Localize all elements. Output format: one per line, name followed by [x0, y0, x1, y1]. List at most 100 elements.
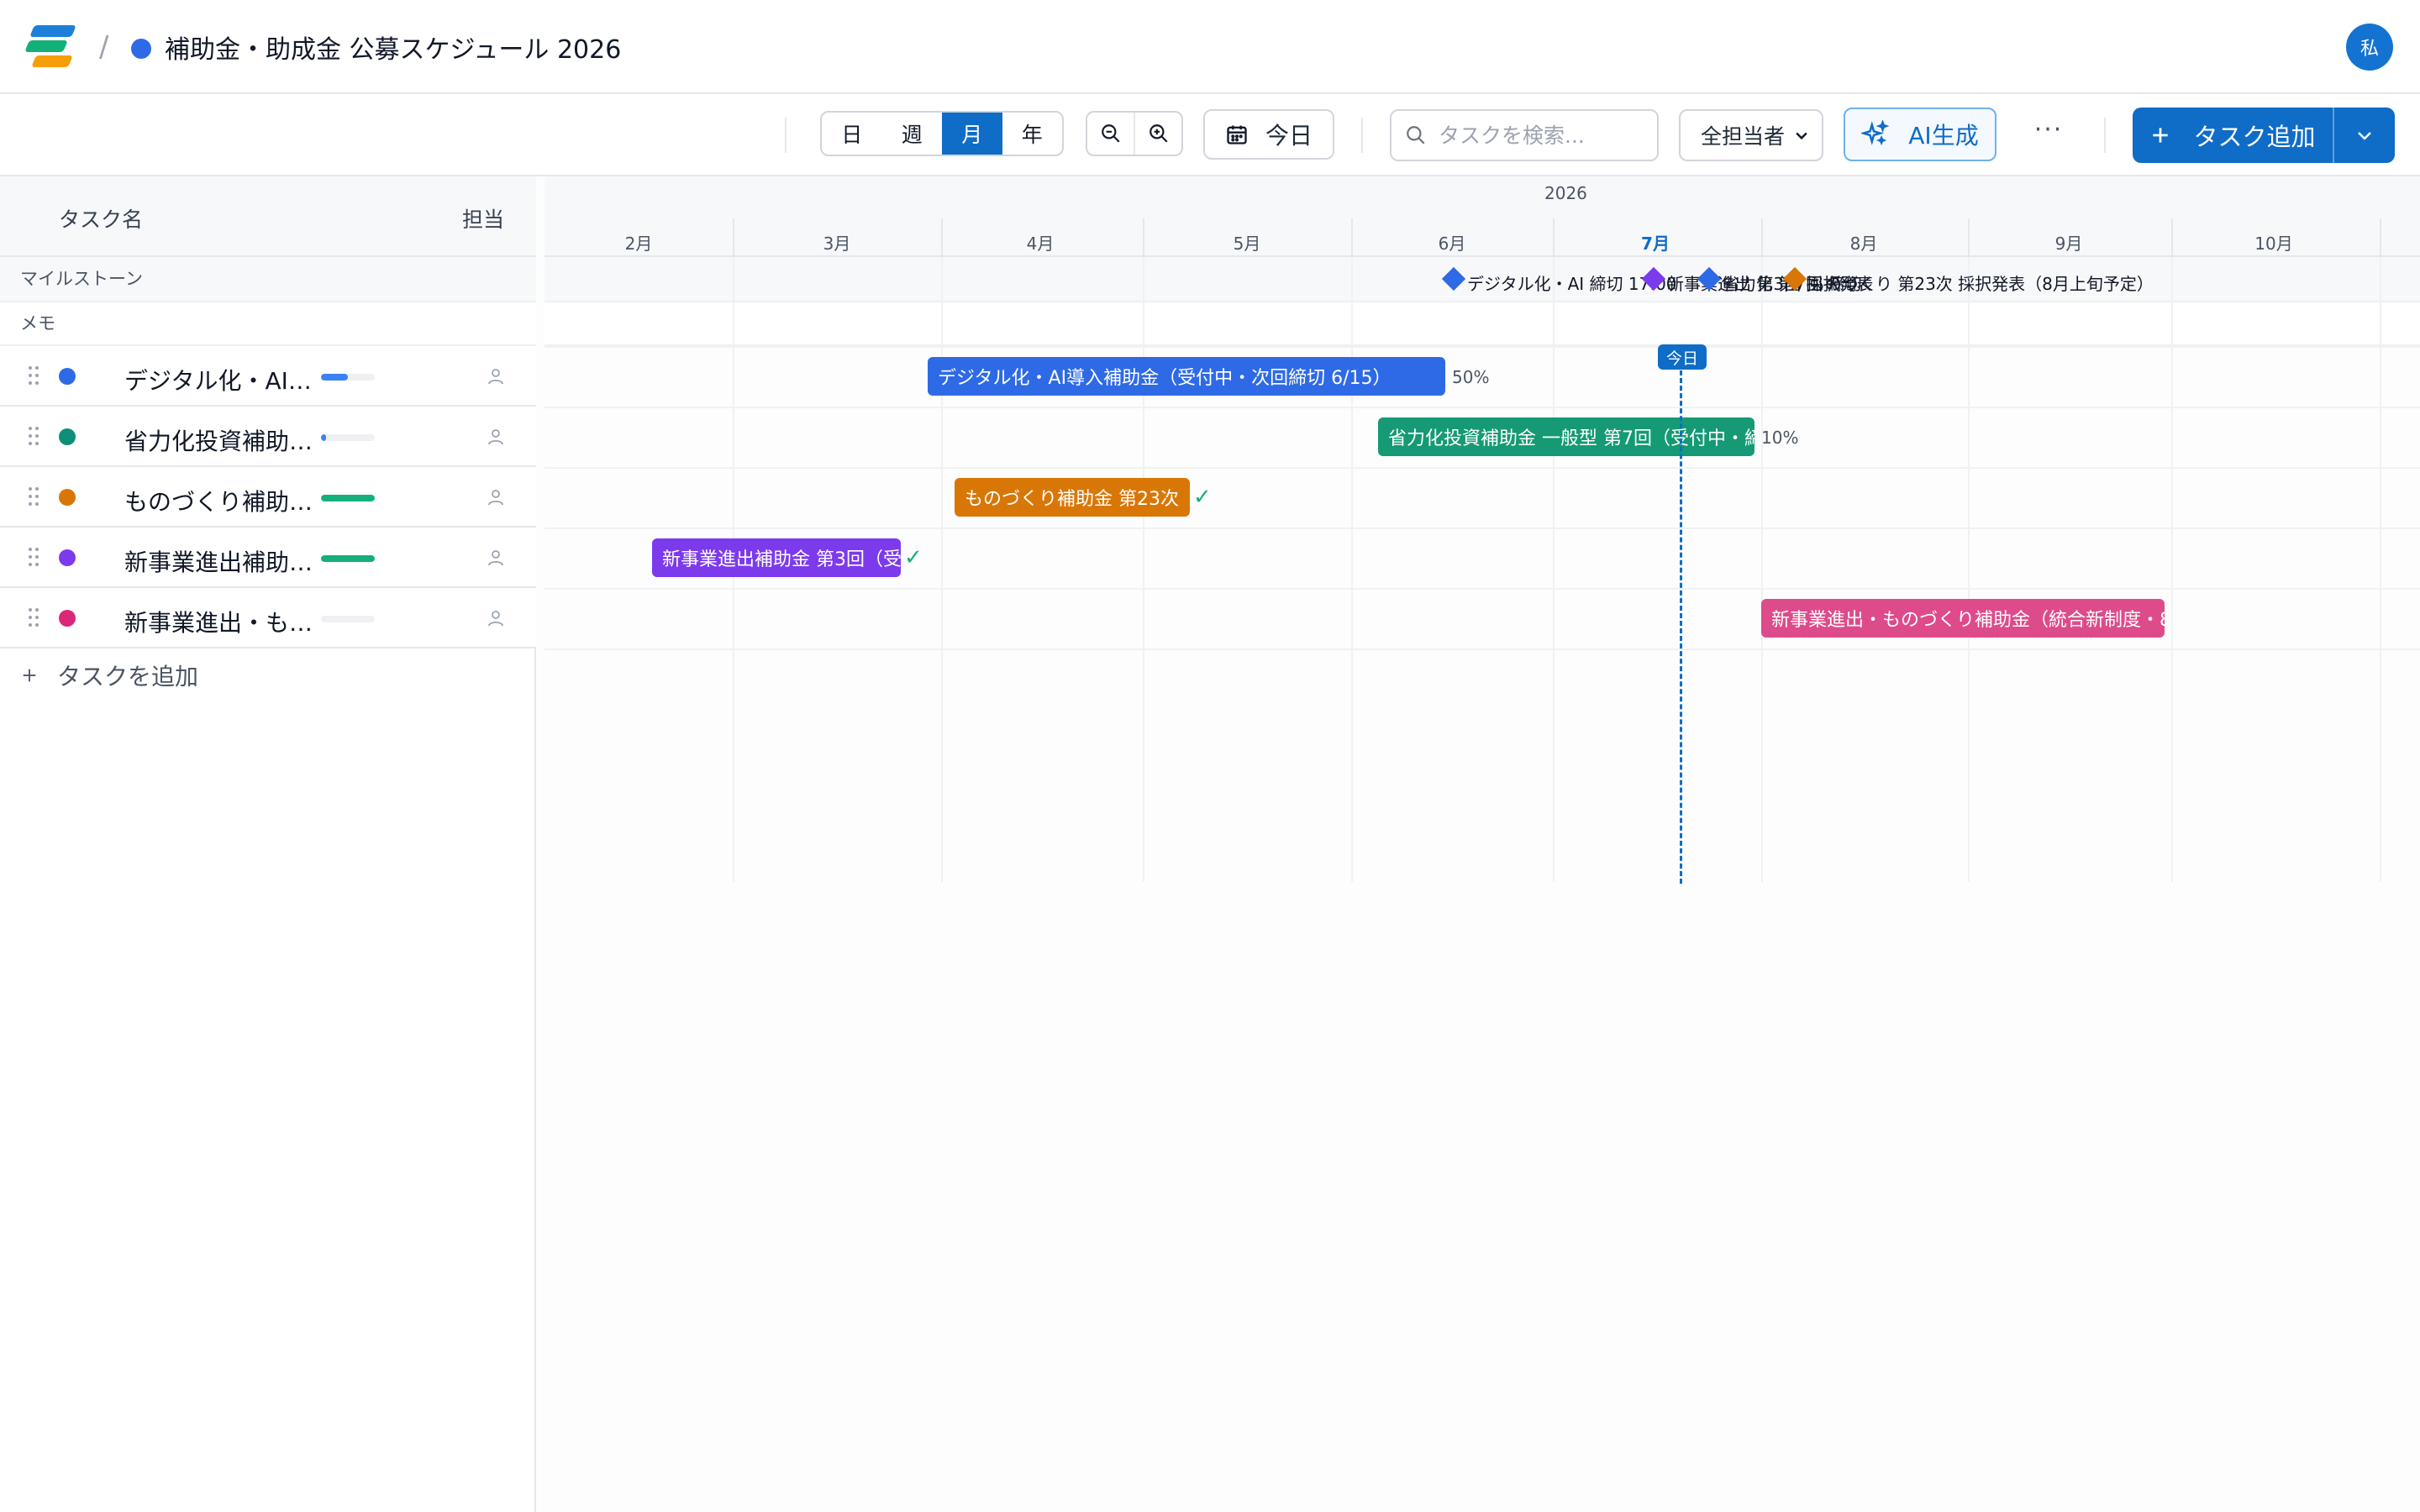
task-row[interactable]: 省力化投資補助金 一般型 第7回（受付中・締切） — [0, 407, 536, 467]
add-task-label: タスク追加 — [2193, 123, 2316, 151]
user-icon[interactable] — [486, 427, 506, 447]
task-bar-percent: 10% — [1761, 428, 1799, 448]
grid-column-line — [1143, 257, 1144, 882]
memo-row-label[interactable]: メモ — [0, 302, 536, 346]
more-options-button[interactable]: ··· — [2032, 113, 2065, 146]
user-icon[interactable] — [486, 608, 506, 628]
app-header: / 補助金・助成金 公募スケジュール 2026 私 — [0, 0, 2420, 94]
task-name[interactable]: ものづくり補助金 第23次 — [124, 484, 316, 517]
drag-handle-icon[interactable] — [29, 487, 40, 507]
column-header-owner[interactable]: 担当 — [462, 203, 504, 234]
task-progress-fill — [321, 555, 375, 562]
task-row[interactable]: ものづくり補助金 第23次 — [0, 467, 536, 528]
task-row[interactable]: 新事業進出・ものづくり補助金（統合新制度・8） — [0, 588, 536, 648]
view-day-button[interactable]: 日 — [822, 113, 882, 155]
column-header-task-name[interactable]: タスク名 — [59, 203, 143, 234]
task-progress-bar — [321, 616, 375, 622]
task-bar[interactable]: 新事業進出補助金 第3回（受付 — [652, 538, 901, 577]
task-color-dot[interactable] — [59, 368, 76, 385]
project-color-dot — [131, 39, 151, 59]
task-progress-bar — [321, 434, 375, 441]
task-row[interactable]: 新事業進出補助金 第3回（受付） — [0, 528, 536, 588]
month-divider — [2171, 218, 2173, 257]
task-list-header: タスク名 担当 — [0, 176, 536, 257]
view-week-button[interactable]: 週 — [882, 113, 943, 155]
grid-column-line — [1351, 257, 1353, 882]
today-button[interactable]: 今日 — [1203, 109, 1334, 160]
task-list-panel: タスク名 担当 マイルストーン メモ デジタル化・AI導入補助金（受付中・次回締… — [0, 176, 536, 1512]
task-bar[interactable]: 新事業進出・ものづくり補助金（統合新制度・8 — [1761, 599, 2165, 638]
ai-generate-button[interactable]: AI生成 — [1844, 108, 1996, 161]
task-bar[interactable]: デジタル化・AI導入補助金（受付中・次回締切 6/15） — [928, 357, 1445, 396]
task-complete-check-icon: ✓ — [904, 545, 923, 570]
month-label: 10月 — [2254, 234, 2293, 254]
drag-handle-icon[interactable] — [29, 366, 40, 386]
grid-column-line — [2380, 257, 2381, 882]
project-title[interactable]: 補助金・助成金 公募スケジュール 2026 — [165, 29, 621, 66]
task-row[interactable]: デジタル化・AI導入補助金（受付中・次回締切 6/15） — [0, 346, 536, 407]
month-divider — [941, 218, 943, 257]
grid-row-line — [544, 467, 2420, 469]
add-task-dropdown-button[interactable] — [2333, 108, 2395, 163]
task-color-dot[interactable] — [59, 610, 76, 627]
task-name[interactable]: デジタル化・AI導入補助金（受付中・次回締切 6/15） — [124, 363, 316, 396]
task-name[interactable]: 新事業進出補助金 第3回（受付） — [124, 544, 316, 578]
grid-row-line — [544, 648, 2420, 650]
drag-handle-icon[interactable] — [29, 427, 40, 447]
plus-icon — [2153, 128, 2169, 143]
drag-handle-icon[interactable] — [29, 548, 40, 568]
user-icon[interactable] — [486, 487, 506, 507]
toolbar: 日 週 月 年 今日 全担当者 AI生成 ··· タスク追加 — [0, 94, 2420, 176]
zoom-out-icon — [1101, 124, 1120, 143]
search-icon — [1407, 126, 1425, 144]
month-divider — [1553, 218, 1555, 257]
grid-column-line — [1553, 257, 1555, 882]
grid-row-line — [544, 346, 2420, 348]
add-task-inline-button[interactable]: タスクを追加 — [20, 659, 198, 692]
memo-row[interactable] — [544, 302, 2420, 346]
task-bar[interactable]: 省力化投資補助金 一般型 第7回（受付中・締切 — [1378, 417, 1754, 456]
task-color-dot[interactable] — [59, 489, 76, 506]
task-name[interactable]: 省力化投資補助金 一般型 第7回（受付中・締切） — [124, 423, 316, 457]
task-bar[interactable]: ものづくり補助金 第23次 — [955, 478, 1190, 517]
grid-column-line — [2171, 257, 2173, 882]
month-label: 7月 — [1641, 234, 1670, 254]
month-divider — [733, 218, 734, 257]
task-progress-fill — [321, 374, 348, 381]
today-button-label: 今日 — [1265, 122, 1313, 150]
zoom-in-icon — [1149, 124, 1168, 143]
task-search — [1390, 109, 1659, 161]
task-complete-check-icon: ✓ — [1193, 485, 1212, 510]
user-avatar[interactable]: 私 — [2346, 24, 2393, 71]
month-label: 3月 — [823, 234, 851, 254]
zoom-in-button[interactable] — [1134, 113, 1181, 155]
timeline-header: 2026 2月 3月 4月 5月 6月 7月 8月 9月 10月 — [544, 176, 2420, 257]
month-label: 6月 — [1438, 234, 1466, 254]
month-label: 5月 — [1233, 234, 1261, 254]
assignee-filter-select[interactable]: 全担当者 — [1679, 109, 1823, 161]
task-progress-bar — [321, 495, 375, 501]
grid-column-line — [1968, 257, 1970, 882]
add-task-split-button: タスク追加 — [2133, 108, 2395, 163]
month-label: 4月 — [1026, 234, 1055, 254]
search-input[interactable] — [1439, 123, 1649, 148]
month-label: 8月 — [1849, 234, 1878, 254]
chevron-down-icon — [2358, 132, 2371, 140]
drag-handle-icon[interactable] — [29, 608, 40, 628]
task-progress-bar — [321, 374, 375, 381]
task-name[interactable]: 新事業進出・ものづくり補助金（統合新制度・8） — [124, 605, 316, 638]
app-logo[interactable] — [24, 24, 81, 71]
add-task-button[interactable]: タスク追加 — [2133, 108, 2333, 163]
month-label: 2月 — [624, 234, 653, 254]
task-color-dot[interactable] — [59, 428, 76, 445]
user-icon[interactable] — [486, 366, 506, 386]
zoom-out-button[interactable] — [1087, 113, 1134, 155]
view-month-button[interactable]: 月 — [942, 113, 1002, 155]
month-divider — [1351, 218, 1353, 257]
plus-icon — [23, 669, 36, 682]
sparkles-icon — [1861, 120, 1890, 146]
ai-generate-label: AI生成 — [1908, 122, 1979, 150]
user-icon[interactable] — [486, 548, 506, 568]
view-year-button[interactable]: 年 — [1002, 113, 1063, 155]
task-color-dot[interactable] — [59, 549, 76, 566]
